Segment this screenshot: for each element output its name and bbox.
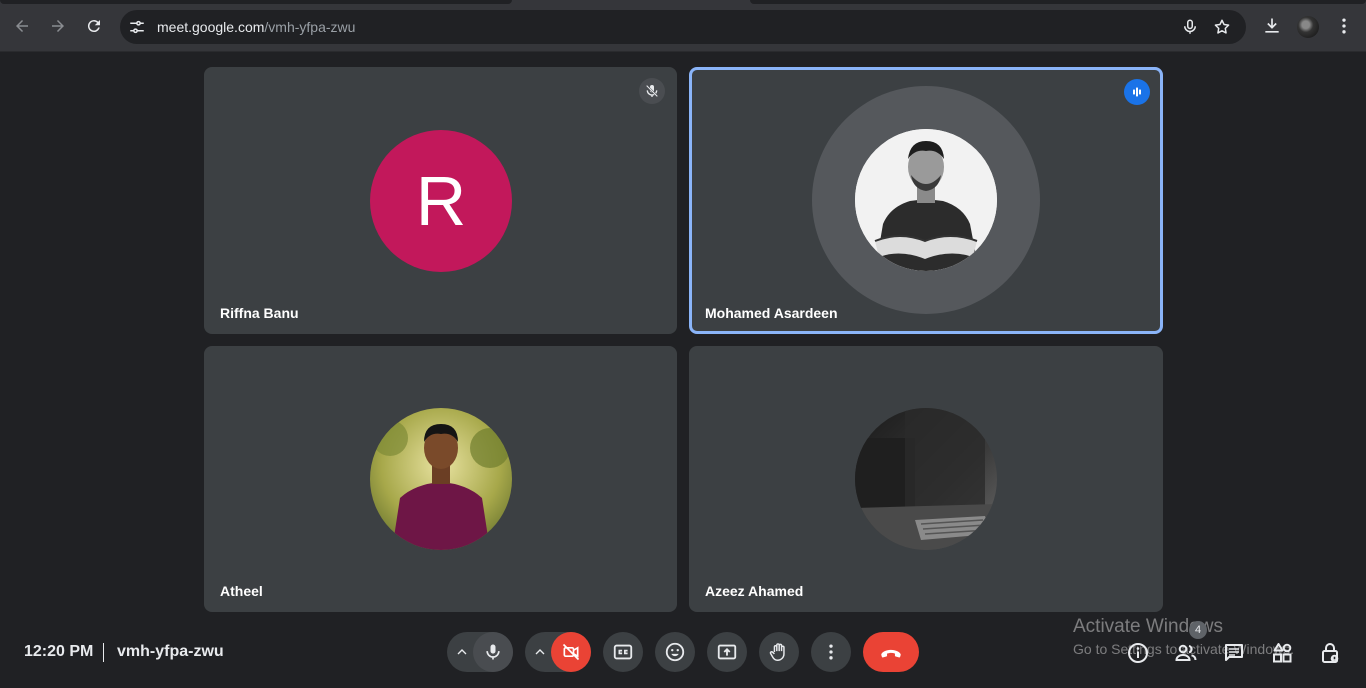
- participant-name: Riffna Banu: [220, 305, 299, 321]
- people-icon[interactable]: [1173, 640, 1199, 666]
- more-options-button[interactable]: [811, 632, 851, 672]
- present-screen-icon: [717, 644, 737, 660]
- microphone-button[interactable]: [473, 632, 513, 672]
- camera-off-button[interactable]: [551, 632, 591, 672]
- avatar: [855, 129, 997, 271]
- meeting-controls-bar: 12:20 PM vmh-yfpa-zwu Activate Windows G…: [0, 616, 1366, 688]
- avatar: [370, 408, 512, 550]
- participant-name: Mohamed Asardeen: [705, 305, 838, 321]
- avatar: R: [370, 130, 512, 272]
- chat-icon[interactable]: [1221, 640, 1247, 666]
- url-host: meet.google.com: [157, 19, 265, 35]
- profile-avatar[interactable]: [1297, 16, 1319, 38]
- chevron-up-icon[interactable]: [452, 642, 472, 662]
- download-icon[interactable]: [1261, 15, 1283, 37]
- more-vert-icon: [829, 644, 833, 660]
- participant-count-badge: 4: [1189, 621, 1207, 639]
- tab-strip: [0, 0, 1366, 4]
- call-end-icon: [881, 649, 901, 658]
- forward-icon[interactable]: [46, 14, 70, 38]
- host-controls-lock-icon[interactable]: [1317, 640, 1343, 666]
- meeting-clock: 12:20 PM: [24, 643, 94, 660]
- speaking-indicator-icon: [1124, 79, 1150, 105]
- participant-tile[interactable]: Azeez Ahamed: [689, 346, 1163, 612]
- emoji-button[interactable]: [655, 632, 695, 672]
- chevron-up-icon[interactable]: [530, 642, 550, 662]
- participant-tile[interactable]: Atheel: [204, 346, 677, 612]
- microphone-icon: [486, 644, 500, 660]
- url-text: meet.google.com/vmh-yfpa-zwu: [157, 19, 355, 35]
- activities-icon[interactable]: [1269, 640, 1295, 666]
- mic-off-icon: [639, 78, 665, 104]
- divider: [103, 643, 104, 662]
- camera-off-icon: [562, 643, 580, 661]
- reload-icon[interactable]: [82, 14, 106, 38]
- raise-hand-button[interactable]: [759, 632, 799, 672]
- video-control-group: [525, 632, 591, 672]
- address-bar[interactable]: meet.google.com/vmh-yfpa-zwu: [120, 10, 1246, 44]
- participant-name: Atheel: [220, 583, 263, 599]
- emoji-icon: [665, 642, 685, 662]
- participant-name: Azeez Ahamed: [705, 583, 804, 599]
- meeting-details-icon[interactable]: [1125, 640, 1151, 666]
- voice-search-icon[interactable]: [1181, 18, 1199, 36]
- present-screen-button[interactable]: [707, 632, 747, 672]
- kebab-menu-icon[interactable]: [1333, 15, 1355, 37]
- bookmark-star-icon[interactable]: [1213, 18, 1231, 36]
- raise-hand-icon: [769, 643, 785, 661]
- participant-tile-active-speaker[interactable]: Mohamed Asardeen: [689, 67, 1163, 334]
- captions-button[interactable]: [603, 632, 643, 672]
- back-icon[interactable]: [10, 14, 34, 38]
- captions-icon: [613, 644, 633, 660]
- participant-tile[interactable]: R Riffna Banu: [204, 67, 677, 334]
- avatar: [855, 408, 997, 550]
- site-settings-icon[interactable]: [128, 18, 146, 36]
- url-path: /vmh-yfpa-zwu: [264, 19, 356, 35]
- leave-call-button[interactable]: [863, 632, 919, 672]
- audio-control-group: [447, 632, 513, 672]
- avatar-initial: R: [415, 162, 467, 240]
- browser-toolbar: meet.google.com/vmh-yfpa-zwu: [0, 0, 1366, 52]
- meeting-code: vmh-yfpa-zwu: [117, 643, 224, 660]
